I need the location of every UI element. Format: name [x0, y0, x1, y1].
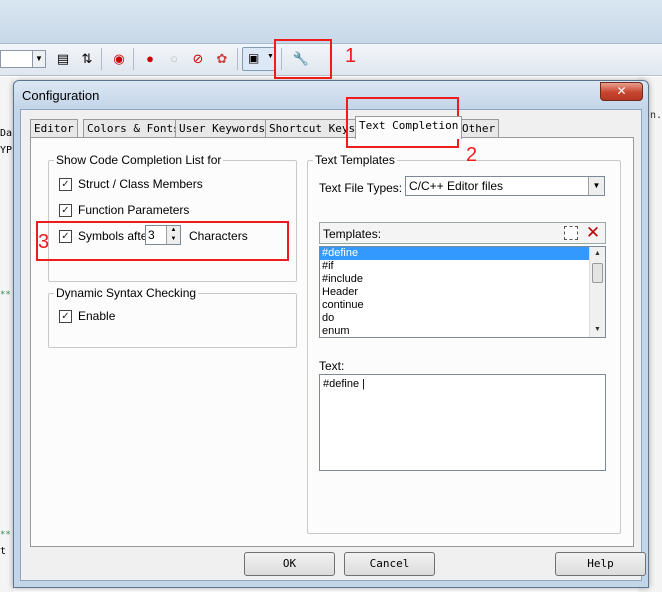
editor-comment-fragment: **: [0, 290, 11, 300]
scroll-up-icon[interactable]: ▲: [590, 247, 605, 261]
breakpoint-empty-icon[interactable]: ○: [165, 50, 183, 68]
toolbar-separator: [237, 48, 238, 70]
window-dropdown-button[interactable]: ▣ ▼: [242, 47, 276, 71]
templates-list[interactable]: #define #if #include Header continue do …: [319, 246, 606, 338]
cancel-button[interactable]: Cancel: [344, 552, 435, 576]
tab-text-completion[interactable]: Text Completion: [355, 116, 463, 139]
syntax-enable-checkbox[interactable]: ✓ Enable: [59, 309, 115, 323]
check-icon[interactable]: ✓: [59, 203, 72, 217]
templates-label: Templates:: [323, 227, 382, 241]
struct-members-checkbox[interactable]: ✓ Struct / Class Members: [59, 177, 203, 191]
annotation-number-1: 1: [345, 45, 357, 67]
file-types-select[interactable]: C/C++ Editor files ▼: [405, 176, 605, 196]
breakpoints-icon[interactable]: ⊘: [189, 50, 207, 68]
syntax-group-title: Dynamic Syntax Checking: [54, 286, 199, 300]
function-parameters-checkbox[interactable]: ✓ Function Parameters: [59, 203, 189, 217]
toolbar-separator: [101, 48, 102, 70]
editor-tab-stub: n.c: [650, 110, 662, 121]
debug-icon[interactable]: ◉: [110, 50, 128, 68]
syntax-enable-label: Enable: [78, 309, 116, 323]
templates-group-title: Text Templates: [313, 153, 397, 167]
template-text-area[interactable]: #define |: [319, 374, 606, 471]
dialog-client: Editor Colors & Fonts User Keywords Shor…: [20, 109, 646, 581]
editor-comment-fragment: **: [0, 530, 11, 540]
file-icon[interactable]: ▤: [54, 50, 72, 68]
tab-colors-fonts[interactable]: Colors & Fonts: [83, 119, 184, 138]
text-templates-group: Text Templates Text File Types: C/C++ Ed…: [307, 153, 621, 534]
tab-user-keywords[interactable]: User Keywords: [175, 119, 270, 138]
list-item[interactable]: continue: [320, 299, 605, 312]
check-icon[interactable]: ✓: [59, 309, 72, 323]
text-label: Text:: [319, 359, 345, 373]
list-item[interactable]: #define: [320, 247, 605, 260]
completion-group-title: Show Code Completion List for: [54, 153, 224, 167]
scroll-down-icon[interactable]: ▼: [590, 323, 605, 337]
chevron-down-icon[interactable]: ▼: [588, 177, 604, 195]
ok-button[interactable]: OK: [244, 552, 335, 576]
list-item[interactable]: enum: [320, 325, 605, 337]
templates-header: Templates: ✕: [319, 222, 606, 244]
tab-shortcut-keys[interactable]: Shortcut Keys: [265, 119, 360, 138]
bookmark-icon[interactable]: ⇅: [78, 50, 96, 68]
list-item[interactable]: #if: [320, 260, 605, 273]
configuration-dialog: Configuration ✕ Editor Colors & Fonts Us…: [13, 80, 649, 588]
annotation-box-3: [36, 221, 289, 261]
breakpoint-red-icon[interactable]: ●: [141, 50, 159, 68]
chevron-down-icon: ▼: [267, 53, 274, 60]
text-completion-panel: Show Code Completion List for ✓ Struct /…: [30, 137, 634, 547]
annotation-number-3: 3: [38, 231, 50, 253]
delete-template-icon[interactable]: ✕: [584, 223, 602, 243]
kill-breakpoints-icon[interactable]: ✿: [213, 50, 231, 68]
toolbar-combo[interactable]: ▼: [0, 50, 46, 68]
annotation-box-1: [274, 39, 332, 79]
dialog-title: Configuration: [22, 88, 100, 103]
struct-members-label: Struct / Class Members: [78, 177, 203, 191]
help-button[interactable]: Help: [555, 552, 646, 576]
tab-other[interactable]: Other: [458, 119, 500, 138]
tab-editor[interactable]: Editor: [30, 119, 78, 138]
scroll-thumb[interactable]: [592, 263, 603, 283]
list-item[interactable]: #include: [320, 273, 605, 286]
editor-text-fragment: Da: [0, 128, 13, 139]
new-template-icon[interactable]: [564, 226, 578, 240]
file-types-value: C/C++ Editor files: [409, 179, 504, 193]
editor-text-fragment: t: [0, 546, 7, 557]
toolbar-separator: [133, 48, 134, 70]
close-button[interactable]: ✕: [600, 82, 643, 101]
check-icon[interactable]: ✓: [59, 177, 72, 191]
annotation-number-2: 2: [466, 144, 478, 166]
templates-list-items: #define #if #include Header continue do …: [320, 247, 605, 337]
app-title-strip: [0, 0, 662, 44]
function-parameters-label: Function Parameters: [78, 203, 190, 217]
chevron-down-icon[interactable]: ▼: [32, 51, 45, 67]
list-item[interactable]: do: [320, 312, 605, 325]
templates-scrollbar[interactable]: ▲ ▼: [589, 247, 605, 337]
dialog-titlebar[interactable]: Configuration ✕: [14, 81, 648, 109]
syntax-checking-group: Dynamic Syntax Checking ✓ Enable: [48, 286, 297, 348]
file-types-label: Text File Types:: [319, 181, 403, 195]
list-item[interactable]: Header: [320, 286, 605, 299]
window-icon: ▣: [248, 51, 260, 65]
